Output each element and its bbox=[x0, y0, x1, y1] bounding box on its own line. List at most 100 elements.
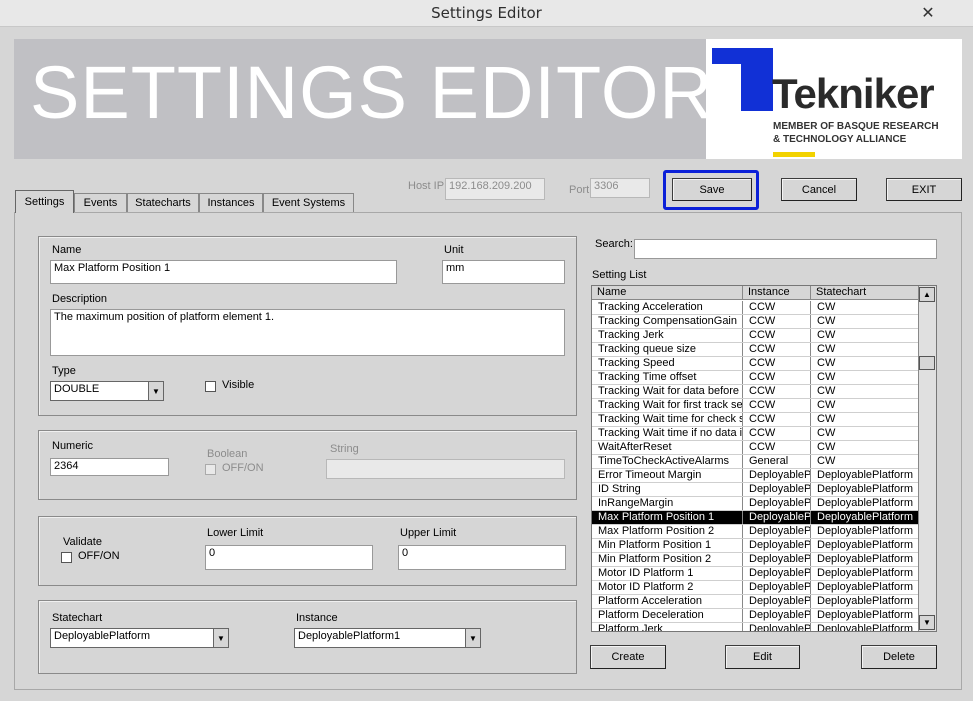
lower-limit-input[interactable]: 0 bbox=[205, 545, 373, 570]
column-header-name[interactable]: Name bbox=[592, 286, 743, 300]
table-row[interactable]: Tracking CompensationGain CCW CW bbox=[592, 315, 920, 329]
validate-checkbox[interactable] bbox=[61, 552, 72, 563]
description-label: Description bbox=[52, 293, 108, 305]
table-row[interactable]: Tracking Jerk CCW CW bbox=[592, 329, 920, 343]
unit-input[interactable]: mm bbox=[442, 260, 565, 284]
table-row[interactable]: TimeToCheckActiveAlarms General CW bbox=[592, 455, 920, 469]
scroll-up-icon[interactable]: ▲ bbox=[919, 287, 935, 302]
table-row[interactable]: Tracking Acceleration CCW CW bbox=[592, 301, 920, 315]
numeric-input[interactable]: 2364 bbox=[50, 458, 169, 476]
table-row[interactable]: Tracking Wait for data before e CCW CW bbox=[592, 385, 920, 399]
save-button[interactable]: Save bbox=[672, 178, 752, 201]
table-row[interactable]: Tracking Time offset CCW CW bbox=[592, 371, 920, 385]
upper-limit-input[interactable]: 0 bbox=[398, 545, 566, 570]
row-statechart-cell: CW bbox=[811, 357, 919, 370]
table-row[interactable]: Tracking Wait for first track setp CCW CW bbox=[592, 399, 920, 413]
table-row[interactable]: Tracking Wait time for check se CCW CW bbox=[592, 413, 920, 427]
column-header-statechart[interactable]: Statechart bbox=[811, 286, 919, 300]
validate-label: Validate bbox=[63, 536, 102, 548]
table-row[interactable]: Tracking Wait time if no data in CCW CW bbox=[592, 427, 920, 441]
type-label: Type bbox=[52, 365, 76, 377]
list-scrollbar[interactable] bbox=[918, 286, 936, 631]
table-row[interactable]: WaitAfterReset CCW CW bbox=[592, 441, 920, 455]
row-statechart-cell: DeployablePlatform bbox=[811, 497, 919, 510]
row-statechart-cell: DeployablePlatform bbox=[811, 567, 919, 580]
row-name-cell: Min Platform Position 2 bbox=[592, 553, 743, 566]
row-instance-cell: CCW bbox=[743, 301, 811, 314]
tab-event-systems[interactable]: Event Systems bbox=[263, 193, 354, 212]
scroll-down-icon[interactable]: ▼ bbox=[919, 615, 935, 630]
instance-select[interactable]: DeployablePlatform1 bbox=[294, 628, 481, 648]
row-name-cell: Max Platform Position 2 bbox=[592, 525, 743, 538]
table-row[interactable]: Motor ID Platform 2 DeployableP Deployable… bbox=[592, 581, 920, 595]
row-name-cell: Tracking Jerk bbox=[592, 329, 743, 342]
search-input[interactable] bbox=[634, 239, 937, 259]
port-field: 3306 bbox=[590, 178, 650, 198]
table-row[interactable]: Tracking Speed CCW CW bbox=[592, 357, 920, 371]
table-row[interactable]: Platform Deceleration DeployableP Deployab… bbox=[592, 609, 920, 623]
table-row[interactable]: Platform Jerk DeployableP DeployablePlatfo… bbox=[592, 623, 920, 631]
table-row[interactable]: Tracking queue size CCW CW bbox=[592, 343, 920, 357]
boolean-label: Boolean bbox=[207, 448, 248, 460]
statechart-select-value: DeployablePlatform bbox=[54, 630, 150, 642]
table-row[interactable]: Min Platform Position 2 DeployableP Deploy… bbox=[592, 553, 920, 567]
window-title: Settings Editor bbox=[431, 4, 542, 22]
row-instance-cell: DeployableP bbox=[743, 567, 811, 580]
host-ip-field: 192.168.209.200 bbox=[445, 178, 545, 200]
statechart-select[interactable]: DeployablePlatform bbox=[50, 628, 229, 648]
instance-label: Instance bbox=[296, 612, 338, 624]
table-row[interactable]: Platform Acceleration DeployableP Deployab… bbox=[592, 595, 920, 609]
table-row[interactable]: Max Platform Position 2 DeployableP Deploy… bbox=[592, 525, 920, 539]
row-statechart-cell: DeployablePlatform bbox=[811, 609, 919, 622]
row-name-cell: Error Timeout Margin bbox=[592, 469, 743, 482]
visible-checkbox[interactable] bbox=[205, 381, 216, 392]
row-instance-cell: CCW bbox=[743, 329, 811, 342]
row-name-cell: WaitAfterReset bbox=[592, 441, 743, 454]
scrollbar-thumb[interactable] bbox=[919, 356, 935, 370]
table-row[interactable]: InRangeMargin DeployableP DeployablePlatfo… bbox=[592, 497, 920, 511]
row-name-cell: Platform Acceleration bbox=[592, 595, 743, 608]
row-name-cell: InRangeMargin bbox=[592, 497, 743, 510]
row-statechart-cell: CW bbox=[811, 315, 919, 328]
row-statechart-cell: DeployablePlatform bbox=[811, 469, 919, 482]
tab-statecharts[interactable]: Statecharts bbox=[127, 193, 199, 212]
setting-list[interactable]: Name Instance Statechart Tracking Accele… bbox=[591, 285, 937, 632]
cancel-button[interactable]: Cancel bbox=[781, 178, 857, 201]
row-name-cell: ID String bbox=[592, 483, 743, 496]
setting-list-label: Setting List bbox=[592, 269, 647, 281]
table-row[interactable]: ID String DeployableP DeployablePlatform bbox=[592, 483, 920, 497]
row-name-cell: Platform Jerk bbox=[592, 623, 743, 631]
unit-label: Unit bbox=[444, 244, 464, 256]
logo-accent-bar bbox=[773, 152, 815, 157]
tab-instances[interactable]: Instances bbox=[199, 193, 263, 212]
boolean-checkbox bbox=[205, 464, 216, 475]
edit-button[interactable]: Edit bbox=[725, 645, 800, 669]
row-statechart-cell: DeployablePlatform bbox=[811, 595, 919, 608]
delete-button[interactable]: Delete bbox=[861, 645, 937, 669]
column-header-instance[interactable]: Instance bbox=[743, 286, 811, 300]
table-row[interactable]: Min Platform Position 1 DeployableP Deploy… bbox=[592, 539, 920, 553]
table-row[interactable]: Error Timeout Margin DeployableP Deployabl… bbox=[592, 469, 920, 483]
row-instance-cell: DeployableP bbox=[743, 483, 811, 496]
name-input[interactable]: Max Platform Position 1 bbox=[50, 260, 397, 284]
table-row[interactable]: Max Platform Position 1 DeployableP Deploy… bbox=[592, 511, 920, 525]
tab-settings[interactable]: Settings bbox=[15, 190, 74, 213]
row-instance-cell: CCW bbox=[743, 343, 811, 356]
instance-select-value: DeployablePlatform1 bbox=[298, 630, 401, 642]
row-statechart-cell: CW bbox=[811, 329, 919, 342]
description-textarea[interactable]: The maximum position of platform element… bbox=[50, 309, 565, 356]
chevron-down-icon[interactable]: ▼ bbox=[148, 382, 163, 400]
close-icon[interactable]: ✕ bbox=[917, 4, 939, 24]
logo-mark-icon bbox=[712, 48, 773, 64]
tab-events[interactable]: Events bbox=[74, 193, 127, 212]
create-button[interactable]: Create bbox=[590, 645, 666, 669]
row-name-cell: Tracking Wait for first track setp bbox=[592, 399, 743, 412]
row-instance-cell: DeployableP bbox=[743, 539, 811, 552]
chevron-down-icon[interactable]: ▼ bbox=[465, 629, 480, 647]
row-instance-cell: DeployableP bbox=[743, 553, 811, 566]
exit-button[interactable]: EXIT bbox=[886, 178, 962, 201]
chevron-down-icon[interactable]: ▼ bbox=[213, 629, 228, 647]
table-row[interactable]: Motor ID Platform 1 DeployableP Deployable… bbox=[592, 567, 920, 581]
string-input bbox=[326, 459, 565, 479]
type-select[interactable]: DOUBLE bbox=[50, 381, 164, 401]
